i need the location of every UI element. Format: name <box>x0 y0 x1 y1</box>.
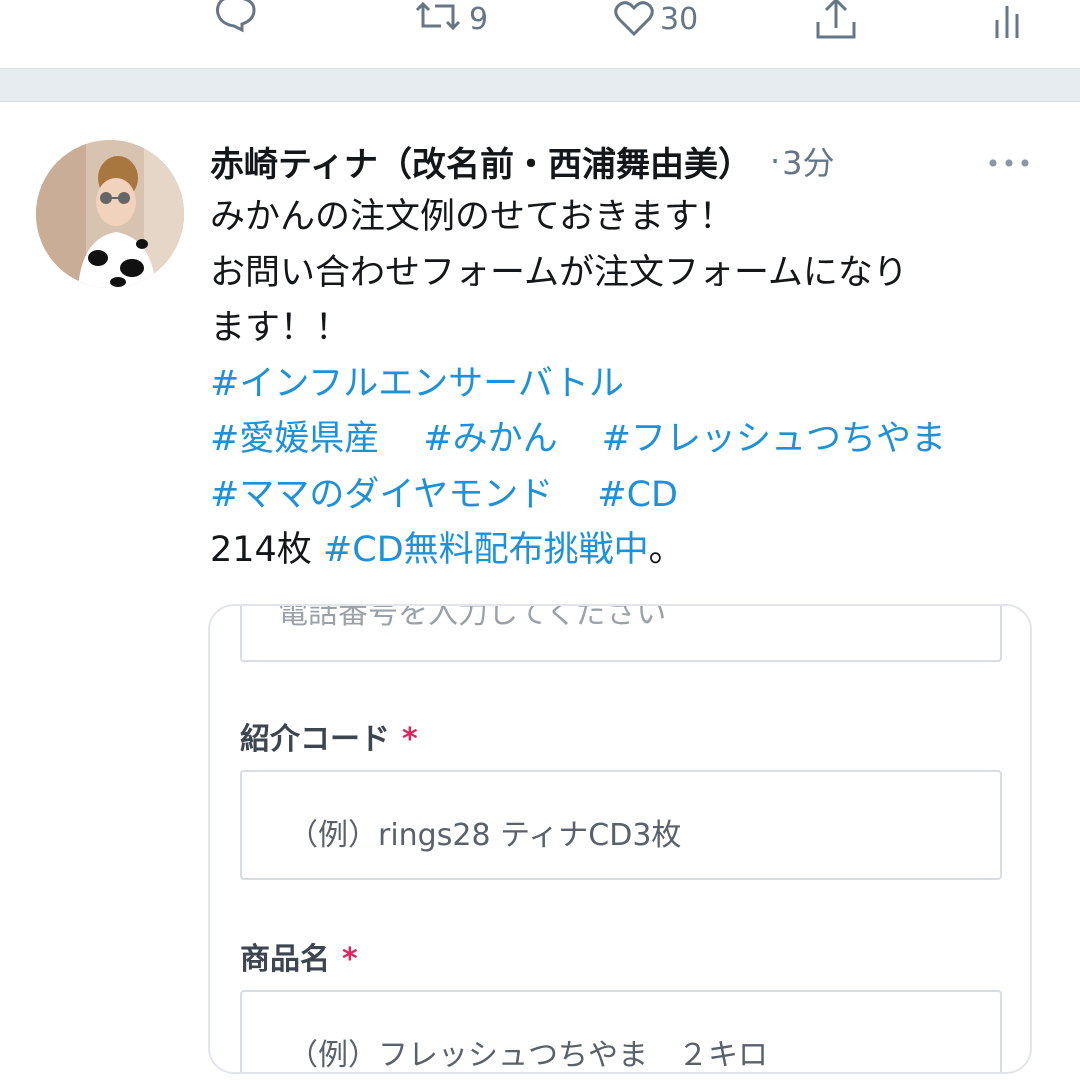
attached-image[interactable]: 電話番号を入力してください 紹介コード * （例）rings28 ティナCD3枚 … <box>208 604 1032 1074</box>
sentence-end: 。 <box>648 530 684 570</box>
reply-button[interactable] <box>212 0 260 40</box>
required-mark: * <box>342 942 358 977</box>
tweet-header: 赤崎ティナ（改名前・西浦舞由美） · 3分 <box>210 136 1040 186</box>
hashtag-link[interactable]: #インフルエンサーバトル <box>210 364 624 404</box>
like-count: 30 <box>660 2 699 37</box>
analytics-button[interactable] <box>992 0 1024 40</box>
referral-code-placeholder: （例）rings28 ティナCD3枚 <box>288 818 682 853</box>
hashtag-link[interactable]: #フレッシュつちやま <box>602 419 946 459</box>
timeline-separator <box>0 68 1080 102</box>
phone-field: 電話番号を入力してください <box>240 604 1002 662</box>
hashtag-line: #インフルエンサーバトル <box>210 357 1050 413</box>
time-separator: · <box>769 142 781 180</box>
share-icon <box>816 0 856 39</box>
hashtag-link[interactable]: #愛媛県産 <box>210 419 379 459</box>
required-mark: * <box>402 722 418 757</box>
more-icon[interactable] <box>988 158 1030 168</box>
tweet-line: ます！！ <box>210 308 351 348</box>
previous-tweet-action-bar: 9 30 <box>0 0 1080 68</box>
tweet-text: みかんの注文例のせておきます！ お問い合わせフォームが注文フォームになり ます！… <box>210 190 1050 579</box>
phone-placeholder: 電話番号を入力してください <box>278 604 667 631</box>
product-name-label-text: 商品名 <box>240 942 330 977</box>
hashtag-link[interactable]: #CD無料配布挑戦中 <box>323 530 649 570</box>
author-name[interactable]: 赤崎ティナ（改名前・西浦舞由美） <box>210 137 752 186</box>
referral-code-label-text: 紹介コード <box>240 722 390 757</box>
product-name-field: （例）フレッシュつちやま ２キロ <box>240 990 1002 1073</box>
hashtag-link[interactable]: #ママのダイヤモンド <box>210 475 553 515</box>
avatar-photo <box>36 140 184 288</box>
hashtag-link[interactable]: #みかん <box>423 419 557 459</box>
tweet-line: みかんの注文例のせておきます！ <box>210 197 734 237</box>
tweet-line: お問い合わせフォームが注文フォームになり <box>210 252 908 293</box>
share-button[interactable] <box>812 0 860 40</box>
heart-icon <box>614 1 654 37</box>
product-name-label: 商品名 * <box>240 934 358 978</box>
retweet-icon <box>415 1 461 31</box>
hashtag-line: #ママのダイヤモンド #CD <box>210 468 1050 524</box>
retweet-count: 9 <box>469 2 489 37</box>
hashtag-link[interactable]: #CD <box>597 475 678 515</box>
cd-count-text: 214枚 <box>210 530 323 570</box>
reply-icon <box>216 0 256 33</box>
referral-code-field: （例）rings28 ティナCD3枚 <box>240 770 1002 880</box>
like-button[interactable]: 30 <box>612 0 698 40</box>
hashtag-line: #愛媛県産 #みかん #フレッシュつちやま <box>210 412 1050 468</box>
retweet-button[interactable]: 9 <box>413 0 488 40</box>
avatar[interactable] <box>36 140 184 288</box>
referral-code-label: 紹介コード * <box>240 714 418 758</box>
tweet-line: 214枚 #CD無料配布挑戦中。 <box>210 523 1050 579</box>
analytics-icon <box>995 6 1019 38</box>
tweet-time[interactable]: 3分 <box>782 138 834 184</box>
product-name-placeholder: （例）フレッシュつちやま ２キロ <box>288 1038 768 1073</box>
